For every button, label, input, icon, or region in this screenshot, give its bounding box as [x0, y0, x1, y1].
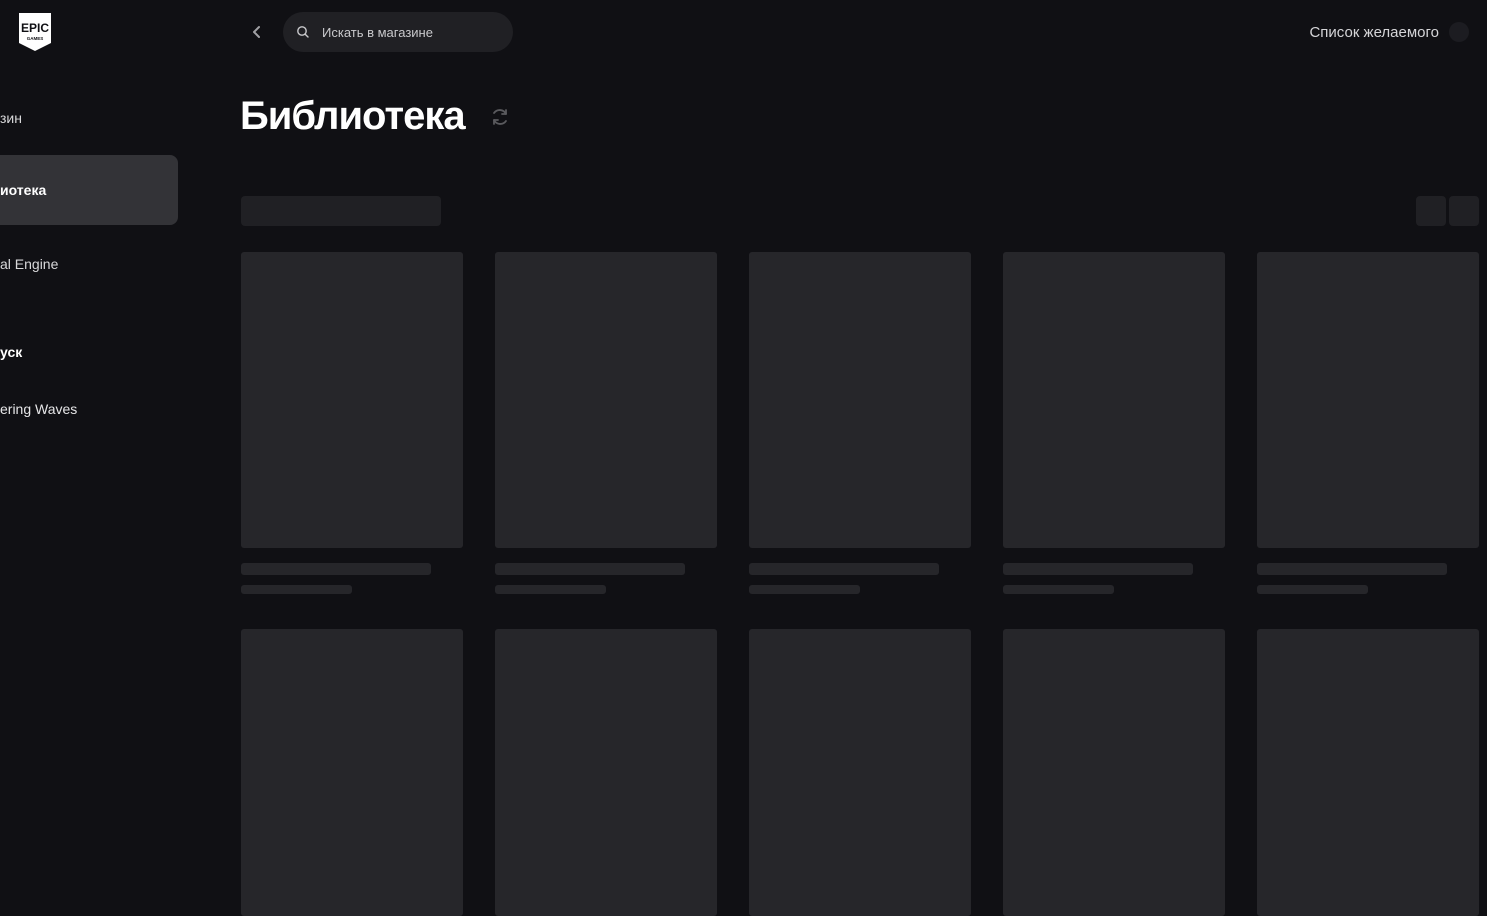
sidebar-item-unreal-engine[interactable]: al Engine [0, 229, 178, 299]
card-cover-placeholder [241, 629, 463, 916]
card-subtitle-placeholder [241, 585, 352, 594]
sidebar-item-library[interactable]: иотека [0, 155, 178, 225]
card-cover-placeholder [495, 252, 717, 548]
card-cover-placeholder [495, 629, 717, 916]
card-title-placeholder [241, 563, 431, 575]
list-view-button[interactable] [1449, 196, 1479, 226]
grid-view-button[interactable] [1416, 196, 1446, 226]
card-subtitle-placeholder [495, 585, 606, 594]
logo-text-bottom: GAMES [27, 36, 44, 41]
card-title-placeholder [749, 563, 939, 575]
sidebar-section-label: уск [0, 344, 23, 360]
game-card-placeholder[interactable] [1257, 252, 1479, 594]
card-title-placeholder [495, 563, 685, 575]
card-cover-placeholder [241, 252, 463, 548]
game-card-placeholder[interactable] [1003, 629, 1225, 916]
card-subtitle-placeholder [1257, 585, 1368, 594]
game-card-placeholder[interactable] [1257, 629, 1479, 916]
card-title-placeholder [1003, 563, 1193, 575]
sidebar-item-label: al Engine [0, 256, 59, 272]
sidebar-item-label: зин [0, 110, 22, 126]
avatar[interactable] [1449, 22, 1469, 42]
card-cover-placeholder [1257, 629, 1479, 916]
refresh-icon[interactable] [489, 106, 511, 128]
sidebar-item-label: иотека [0, 182, 47, 198]
sidebar-item-label: ering Waves [0, 401, 78, 417]
sidebar: EPIC GAMES зин иотека al Engine уск erin… [0, 0, 200, 916]
card-cover-placeholder [1003, 252, 1225, 548]
sidebar-item-wuthering-waves[interactable]: ering Waves [0, 374, 178, 444]
epic-games-logo[interactable]: EPIC GAMES [17, 12, 53, 52]
card-subtitle-placeholder [749, 585, 860, 594]
page-title: Библиотека [240, 94, 466, 138]
card-cover-placeholder [1257, 252, 1479, 548]
card-cover-placeholder [749, 629, 971, 916]
card-cover-placeholder [1003, 629, 1225, 916]
search-input[interactable] [322, 12, 502, 52]
game-card-placeholder[interactable] [495, 629, 717, 916]
wishlist-link[interactable]: Список желаемого [1309, 24, 1439, 41]
game-card-placeholder[interactable] [1003, 252, 1225, 594]
card-cover-placeholder [749, 252, 971, 548]
filter-placeholder [241, 196, 441, 226]
game-card-placeholder[interactable] [749, 252, 971, 594]
chevron-left-icon [253, 26, 260, 38]
game-card-placeholder[interactable] [241, 629, 463, 916]
game-card-placeholder[interactable] [749, 629, 971, 916]
card-subtitle-placeholder [1003, 585, 1114, 594]
back-button[interactable] [244, 19, 270, 45]
game-card-placeholder[interactable] [495, 252, 717, 594]
game-card-placeholder[interactable] [241, 252, 463, 594]
app-window: EPIC GAMES зин иотека al Engine уск erin… [0, 0, 1487, 916]
search-bar[interactable] [283, 12, 513, 52]
search-icon [297, 26, 309, 38]
sidebar-item-store[interactable]: зин [0, 83, 178, 153]
logo-text-top: EPIC [21, 21, 49, 35]
card-title-placeholder [1257, 563, 1447, 575]
